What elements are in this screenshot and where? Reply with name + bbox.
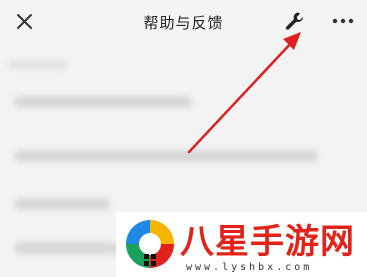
- site-logo-icon: [126, 220, 174, 268]
- blurred-list-item: [14, 242, 118, 254]
- watermark-url: www.lyshbx.com: [186, 262, 313, 273]
- blurred-list-item: [14, 198, 110, 210]
- blurred-list-item: [14, 150, 318, 162]
- more-dots-icon: [332, 18, 354, 24]
- help-feedback-screen: 帮助与反馈 八星手游网 www.lyshbx.com: [0, 0, 367, 277]
- blurred-list-item: [14, 96, 192, 108]
- blurred-section-header: [8, 60, 68, 69]
- top-bar: 帮助与反馈: [0, 0, 367, 46]
- wrench-icon: [285, 12, 303, 30]
- more-button[interactable]: [330, 12, 356, 30]
- page-title: 帮助与反馈: [143, 14, 224, 32]
- tools-button[interactable]: [283, 10, 305, 32]
- watermark-title: 八星手游网: [180, 222, 355, 262]
- site-watermark: 八星手游网 www.lyshbx.com: [116, 212, 367, 277]
